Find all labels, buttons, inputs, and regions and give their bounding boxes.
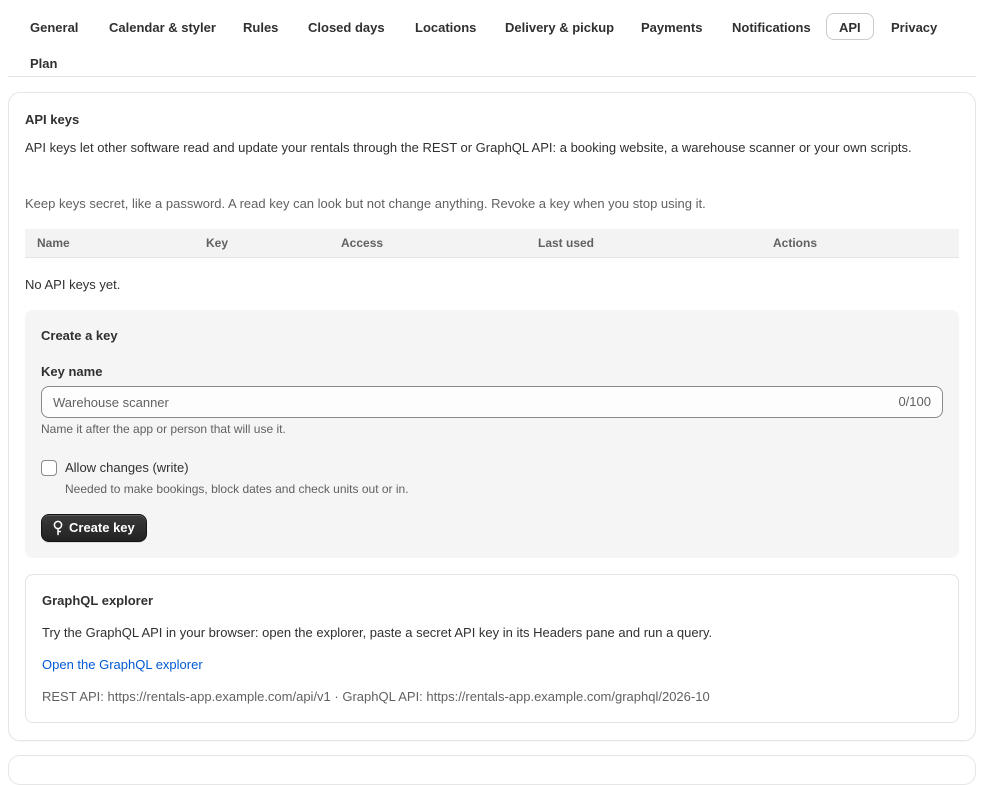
- tab-general[interactable]: General: [17, 13, 91, 40]
- column-key: Key: [206, 236, 229, 250]
- open-graphql-explorer-link[interactable]: Open the GraphQL explorer: [42, 655, 203, 675]
- empty-state-text: No API keys yet.: [25, 277, 121, 292]
- key-name-help: Name it after the app or person that wil…: [41, 422, 286, 436]
- column-access: Access: [341, 236, 384, 250]
- tab-rules[interactable]: Rules: [230, 13, 291, 40]
- tab-api[interactable]: API: [826, 13, 874, 40]
- api-keys-description: API keys let other software read and upd…: [25, 140, 912, 155]
- column-last-used: Last used: [538, 236, 595, 250]
- key-name-field: 0/100: [41, 386, 943, 418]
- api-keys-table-header: Name Key Access Last used Actions: [25, 229, 959, 258]
- api-keys-title: API keys: [25, 112, 80, 127]
- graphql-title: GraphQL explorer: [42, 593, 154, 608]
- allow-write-label[interactable]: Allow changes (write): [65, 458, 189, 478]
- tab-plan[interactable]: Plan: [17, 49, 70, 76]
- tab-payments[interactable]: Payments: [628, 13, 715, 40]
- api-keys-security-note: Keep keys secret, like a password. A rea…: [25, 196, 706, 211]
- key-name-label: Key name: [41, 364, 103, 379]
- allow-write-checkbox[interactable]: [41, 460, 57, 476]
- key-icon: [53, 520, 63, 536]
- column-name: Name: [37, 236, 70, 250]
- api-keys-card: API keys API keys let other software rea…: [8, 92, 976, 741]
- tab-privacy[interactable]: Privacy: [878, 13, 950, 40]
- next-section-card: [8, 755, 976, 785]
- tab-closed-days[interactable]: Closed days: [295, 13, 398, 40]
- tab-delivery-pickup[interactable]: Delivery & pickup: [492, 13, 627, 40]
- create-key-panel: Create a key Key name 0/100 Name it afte…: [25, 310, 959, 558]
- column-actions: Actions: [773, 236, 818, 250]
- allow-write-help: Needed to make bookings, block dates and…: [65, 482, 409, 496]
- create-key-title: Create a key: [41, 328, 118, 343]
- settings-tabs: General Calendar & styler Rules Closed d…: [8, 8, 976, 77]
- tab-locations[interactable]: Locations: [402, 13, 489, 40]
- create-key-button-label: Create key: [69, 520, 135, 535]
- graphql-explorer-panel: GraphQL explorer Try the GraphQL API in …: [25, 574, 959, 723]
- character-count: 0/100: [898, 394, 931, 409]
- api-endpoints-text: REST API: https://rentals-app.example.co…: [42, 689, 710, 704]
- graphql-description: Try the GraphQL API in your browser: ope…: [42, 625, 713, 640]
- key-name-input[interactable]: [42, 387, 882, 417]
- tab-calendar-styler[interactable]: Calendar & styler: [96, 13, 229, 40]
- create-key-button[interactable]: Create key: [41, 514, 147, 542]
- tab-notifications[interactable]: Notifications: [719, 13, 824, 40]
